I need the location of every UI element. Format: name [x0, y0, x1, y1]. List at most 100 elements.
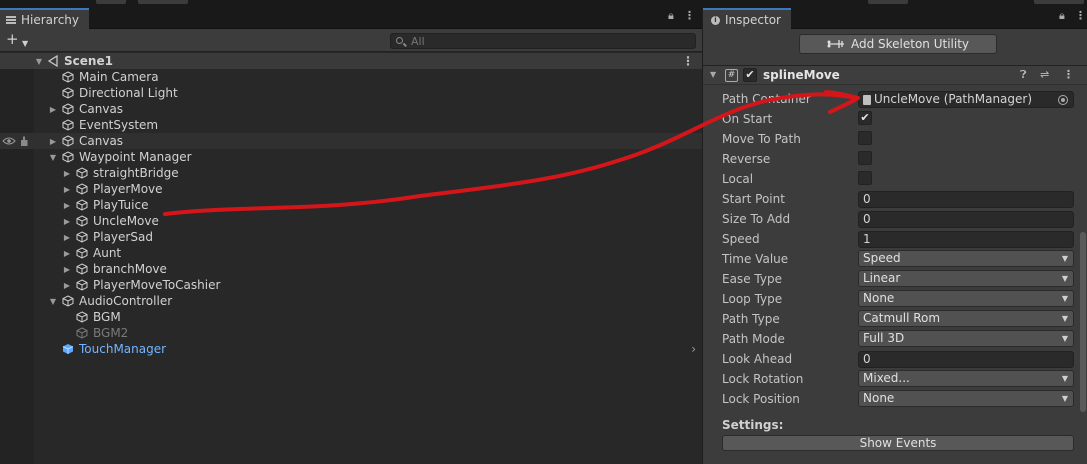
property-label: Local — [722, 172, 754, 186]
tree-item[interactable]: BGM — [0, 309, 702, 325]
fold-arrow-icon[interactable]: ▶ — [62, 249, 72, 258]
scene-menu-icon[interactable]: ⋮ — [682, 54, 694, 68]
top-toolbar-button[interactable] — [138, 0, 188, 4]
tree-item[interactable]: ▶ UncleMove — [0, 213, 702, 229]
fold-arrow-icon[interactable]: ▶ — [62, 185, 72, 194]
on-start-checkbox[interactable]: ✔ — [858, 111, 872, 125]
ease-type-dropdown[interactable]: Linear ▼ — [858, 270, 1074, 287]
component-header[interactable]: ▼ # ✔ splineMove ❓︎ ⇌ ⋮ — [703, 65, 1087, 85]
tree-item-label: TouchManager — [79, 342, 167, 356]
tree-item[interactable]: ▶ Canvas — [0, 133, 702, 149]
gameobject-cube-icon — [76, 263, 88, 275]
panel-menu-icon[interactable]: ⋮ — [684, 9, 695, 22]
property-label: Time Value — [722, 252, 789, 266]
path-type-dropdown[interactable]: Catmull Rom ▼ — [858, 310, 1074, 327]
fold-arrow-icon[interactable]: ▼ — [48, 297, 58, 306]
tree-item[interactable]: ▶ Aunt — [0, 245, 702, 261]
start-point-field[interactable]: 0 — [858, 191, 1074, 208]
property-label: Lock Rotation — [722, 372, 804, 386]
property-on-start: On Start ✔ — [722, 110, 1076, 128]
fold-arrow-icon[interactable]: ▶ — [62, 281, 72, 290]
skeleton-bone-icon — [827, 40, 844, 48]
top-toolbar-button[interactable] — [868, 0, 908, 4]
lock-icon[interactable]: 🔒︎ — [668, 9, 674, 23]
fold-arrow-icon[interactable]: ▶ — [62, 201, 72, 210]
local-checkbox[interactable] — [858, 171, 872, 185]
scene-row[interactable]: ▼ Scene1 ⋮ — [0, 53, 702, 69]
look-ahead-field[interactable]: 0 — [858, 351, 1074, 368]
top-toolbar-button[interactable] — [1034, 0, 1084, 4]
inspector-scrollbar[interactable] — [1080, 232, 1086, 412]
property-move-to-path: Move To Path — [722, 130, 1076, 148]
tree-item-label: PlayerMoveToCashier — [93, 278, 221, 292]
path-container-object-field[interactable]: UncleMove (PathManager) — [858, 91, 1074, 108]
path-mode-dropdown[interactable]: Full 3D ▼ — [858, 330, 1074, 347]
tree-item[interactable]: ▶ PlayerSad — [0, 229, 702, 245]
fold-arrow-icon[interactable]: ▶ — [62, 217, 72, 226]
tree-item[interactable]: BGM2 — [0, 325, 702, 341]
tree-item[interactable]: ▶ branchMove — [0, 261, 702, 277]
move-to-path-checkbox[interactable] — [858, 131, 872, 145]
lock-position-dropdown[interactable]: None ▼ — [858, 390, 1074, 407]
tree-item-label: Aunt — [93, 246, 122, 260]
fold-arrow-icon[interactable]: ▶ — [48, 105, 58, 114]
time-value-dropdown[interactable]: Speed ▼ — [858, 250, 1074, 267]
tree-item[interactable]: ▶ straightBridge — [0, 165, 702, 181]
tree-item-label: PlayerSad — [93, 230, 153, 244]
unity-scene-icon — [47, 55, 58, 67]
reverse-checkbox[interactable] — [858, 151, 872, 165]
fold-arrow-icon[interactable]: ▶ — [62, 265, 72, 274]
property-label: Ease Type — [722, 272, 782, 286]
pickable-hand-icon[interactable] — [18, 135, 30, 147]
help-icon[interactable]: ❓︎ — [1020, 68, 1027, 82]
tree-item[interactable]: ▶ PlayTuice — [0, 197, 702, 213]
tree-item-label: Canvas — [79, 134, 124, 148]
gameobject-cube-icon — [76, 231, 88, 243]
fold-arrow-icon[interactable]: ▼ — [710, 70, 716, 79]
gameobject-cube-icon — [62, 103, 74, 115]
chevron-right-icon[interactable]: › — [691, 342, 696, 356]
chevron-down-icon: ▼ — [1061, 374, 1068, 383]
tree-item[interactable]: ▼ AudioController — [0, 293, 702, 309]
settings-heading: Settings: — [722, 418, 784, 432]
tree-item[interactable]: ▶ PlayerMoveToCashier — [0, 277, 702, 293]
tree-item[interactable]: Main Camera — [0, 69, 702, 85]
top-toolbar-button[interactable] — [96, 0, 126, 4]
speed-field[interactable]: 1 — [858, 231, 1074, 248]
show-events-button[interactable]: Show Events — [722, 435, 1074, 451]
tree-item[interactable]: Directional Light — [0, 85, 702, 101]
lock-rotation-dropdown[interactable]: Mixed... ▼ — [858, 370, 1074, 387]
tab-hierarchy-label: Hierarchy — [21, 13, 80, 27]
tab-hierarchy[interactable]: Hierarchy — [0, 8, 90, 29]
fold-arrow-icon[interactable]: ▶ — [48, 137, 58, 146]
tree-item[interactable]: ▼ Waypoint Manager — [0, 149, 702, 165]
tree-item-label: PlayTuice — [93, 198, 149, 212]
component-enabled-checkbox[interactable]: ✔ — [743, 68, 757, 82]
window-top-strip — [0, 0, 1087, 8]
tree-item[interactable]: ▶ PlayerMove — [0, 181, 702, 197]
search-icon — [396, 37, 403, 44]
gameobject-cube-icon — [76, 183, 88, 195]
property-look-ahead: Look Ahead 0 — [722, 350, 1076, 368]
add-skeleton-utility-button[interactable]: Add Skeleton Utility — [799, 34, 997, 54]
tree-item[interactable]: TouchManager › — [0, 341, 702, 357]
tree-item[interactable]: ▶ Canvas — [0, 101, 702, 117]
panel-menu-icon[interactable]: ⋮ — [1075, 9, 1086, 22]
prefab-cube-icon — [62, 344, 74, 354]
tab-inspector[interactable]: i Inspector — [703, 8, 791, 29]
preset-sliders-icon[interactable]: ⇌ — [1040, 68, 1049, 81]
gameobject-cube-icon — [62, 295, 74, 307]
fold-arrow-icon[interactable]: ▼ — [48, 153, 58, 162]
create-dropdown-button[interactable]: + ▼ — [6, 32, 32, 49]
fold-arrow-icon[interactable]: ▶ — [62, 233, 72, 242]
object-picker-icon[interactable] — [1058, 95, 1068, 105]
size-to-add-field[interactable]: 0 — [858, 211, 1074, 228]
tree-item[interactable]: EventSystem — [0, 117, 702, 133]
visibility-eye-icon[interactable] — [2, 136, 16, 146]
fold-arrow-icon[interactable]: ▶ — [62, 169, 72, 178]
component-menu-icon[interactable]: ⋮ — [1063, 68, 1074, 81]
lock-icon[interactable]: 🔒︎ — [1059, 9, 1065, 23]
hierarchy-search-input[interactable] — [390, 33, 696, 49]
loop-type-dropdown[interactable]: None ▼ — [858, 290, 1074, 307]
fold-arrow-icon[interactable]: ▼ — [34, 57, 44, 66]
